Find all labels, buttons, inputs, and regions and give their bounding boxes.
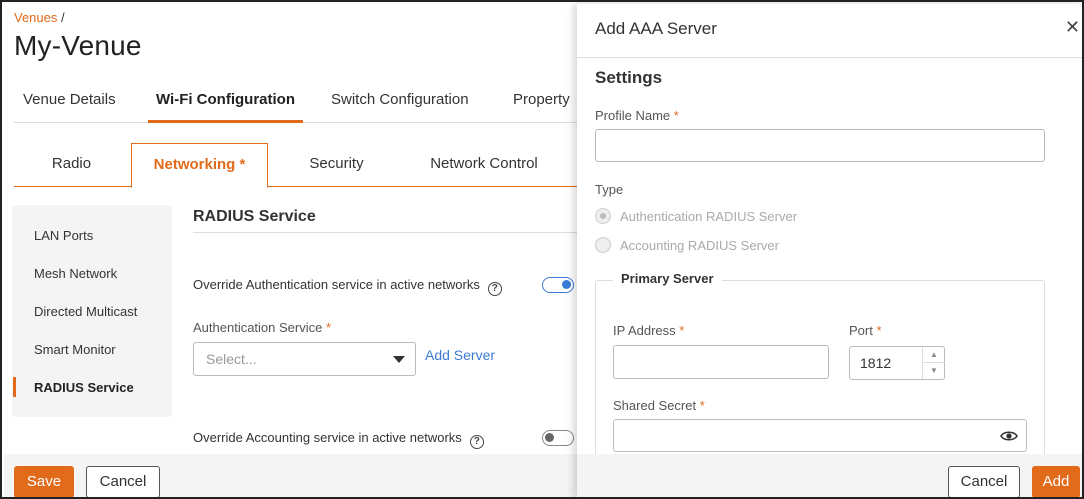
ip-address-label-text: IP Address — [613, 323, 676, 338]
profile-name-label-text: Profile Name — [595, 108, 671, 123]
drawer-divider — [577, 57, 1082, 58]
profile-name-label: Profile Name * — [595, 108, 679, 123]
sub-tab-bar: Radio Networking * Security Network Cont… — [14, 143, 614, 188]
top-tab-bar: Venue Details Wi-Fi Configuration Switch… — [14, 80, 614, 123]
eye-icon[interactable] — [1000, 430, 1018, 442]
radio-button[interactable] — [595, 237, 611, 253]
override-acct-toggle[interactable] — [542, 430, 574, 446]
required-mark: * — [679, 323, 685, 338]
primary-server-heading: Primary Server — [613, 271, 722, 286]
stepper-arrows: ▲ ▼ — [922, 347, 945, 379]
override-auth-toggle[interactable] — [542, 277, 574, 293]
drawer-add-button[interactable]: Add — [1032, 466, 1080, 497]
required-mark: * — [876, 323, 882, 338]
auth-service-label-text: Authentication Service — [193, 320, 323, 335]
add-server-link[interactable]: Add Server — [425, 347, 495, 363]
override-auth-label: Override Authentication service in activ… — [193, 277, 480, 292]
port-stepper[interactable]: 1812 ▲ ▼ — [849, 346, 945, 380]
cancel-button[interactable]: Cancel — [86, 466, 160, 497]
tab-wifi-configuration[interactable]: Wi-Fi Configuration — [148, 80, 303, 123]
side-item-lan-ports[interactable]: LAN Ports — [34, 228, 93, 243]
side-item-smart-monitor[interactable]: Smart Monitor — [34, 342, 116, 357]
app-window: Venues / My-Venue Venue Details Wi-Fi Co… — [0, 0, 1084, 499]
radio-button[interactable] — [595, 208, 611, 224]
subtab-radio[interactable]: Radio — [14, 143, 129, 187]
auth-service-select[interactable]: Select... — [193, 342, 416, 376]
page-title: My-Venue — [14, 30, 142, 61]
shared-secret-label: Shared Secret * — [613, 398, 705, 413]
breadcrumb-separator: / — [61, 10, 65, 25]
section-title: RADIUS Service — [193, 208, 316, 225]
port-label-text: Port — [849, 323, 873, 338]
subtab-networking[interactable]: Networking * — [131, 143, 268, 188]
close-icon[interactable]: ✕ — [1065, 18, 1080, 36]
help-icon[interactable]: ? — [487, 282, 502, 296]
section-divider — [193, 232, 583, 233]
breadcrumb-venues-link[interactable]: Venues — [14, 10, 57, 25]
radio-label: Accounting RADIUS Server — [620, 238, 779, 253]
chevron-up-icon[interactable]: ▲ — [923, 347, 945, 363]
tab-venue-details[interactable]: Venue Details — [23, 80, 116, 122]
required-mark: * — [673, 108, 679, 123]
chevron-down-icon — [393, 356, 405, 363]
side-item-radius-service[interactable]: RADIUS Service — [13, 377, 134, 397]
ip-address-label: IP Address * — [613, 323, 684, 338]
page-footer: Save Cancel — [4, 454, 578, 497]
help-icon[interactable]: ? — [469, 435, 484, 449]
profile-name-input[interactable] — [595, 129, 1045, 162]
chevron-down-icon[interactable]: ▼ — [923, 363, 945, 379]
override-acct-row: Override Accounting service in active ne… — [193, 430, 484, 449]
drawer-cancel-button[interactable]: Cancel — [948, 466, 1020, 497]
port-label: Port * — [849, 323, 882, 338]
side-nav: LAN Ports Mesh Network Directed Multicas… — [12, 205, 172, 417]
side-item-mesh-network[interactable]: Mesh Network — [34, 266, 117, 281]
radio-accounting-server[interactable]: Accounting RADIUS Server — [595, 237, 779, 253]
auth-service-label: Authentication Service * — [193, 320, 331, 335]
ip-address-input[interactable] — [613, 345, 829, 379]
type-label: Type — [595, 182, 624, 197]
add-aaa-server-drawer: Add AAA Server ✕ Settings Profile Name *… — [577, 4, 1082, 497]
tab-switch-configuration[interactable]: Switch Configuration — [331, 80, 469, 122]
settings-heading: Settings — [595, 68, 663, 87]
radio-label: Authentication RADIUS Server — [620, 209, 798, 224]
port-value: 1812 — [860, 355, 892, 371]
side-item-directed-multicast[interactable]: Directed Multicast — [34, 304, 137, 319]
required-mark: * — [325, 320, 332, 335]
drawer-footer: Cancel Add — [577, 454, 1082, 497]
tab-property[interactable]: Property — [513, 80, 570, 122]
required-mark: * — [699, 398, 705, 413]
breadcrumb: Venues / — [14, 10, 65, 25]
override-auth-row: Override Authentication service in activ… — [193, 277, 502, 296]
radio-authentication-server[interactable]: Authentication RADIUS Server — [595, 208, 797, 224]
subtab-network-control[interactable]: Network Control — [409, 143, 559, 187]
shared-secret-label-text: Shared Secret — [613, 398, 697, 413]
shared-secret-input[interactable] — [613, 419, 1027, 452]
auth-service-placeholder: Select... — [206, 351, 257, 367]
save-button[interactable]: Save — [14, 466, 74, 497]
override-acct-label: Override Accounting service in active ne… — [193, 430, 462, 445]
drawer-title: Add AAA Server — [595, 19, 717, 38]
subtab-security[interactable]: Security — [274, 143, 399, 187]
